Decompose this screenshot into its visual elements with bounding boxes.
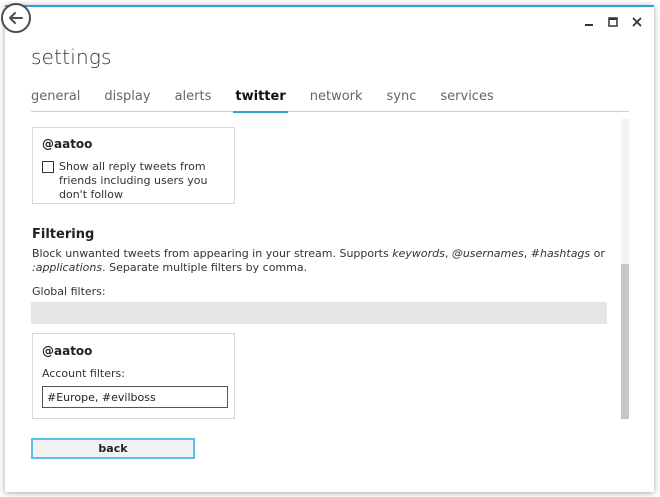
back-button[interactable]: back	[31, 438, 195, 459]
show-all-replies-label[interactable]: Show all reply tweets from friends inclu…	[59, 160, 225, 202]
close-icon	[632, 17, 642, 27]
maximize-button[interactable]	[606, 15, 620, 29]
global-filters-input[interactable]	[31, 302, 607, 324]
show-all-replies-checkbox[interactable]	[42, 161, 54, 173]
scrollbar-thumb[interactable]	[621, 264, 629, 419]
filtering-description: Block unwanted tweets from appearing in …	[32, 247, 605, 274]
tab-display[interactable]: display	[104, 89, 150, 111]
minimize-icon	[585, 24, 593, 26]
show-all-replies-option: Show all reply tweets from friends inclu…	[42, 160, 225, 202]
account-name: @aatoo	[42, 137, 93, 151]
account-filters-label: Account filters:	[42, 367, 125, 380]
arrow-left-icon	[9, 12, 23, 24]
tab-services[interactable]: services	[440, 89, 493, 111]
page-title: settings	[31, 45, 112, 69]
account-name: @aatoo	[42, 344, 93, 358]
window-controls	[582, 15, 644, 29]
tab-alerts[interactable]: alerts	[175, 89, 212, 111]
tab-general[interactable]: general	[31, 89, 80, 111]
account-filters-input[interactable]	[42, 386, 228, 408]
tab-sync[interactable]: sync	[387, 89, 417, 111]
account-filters-card: @aatoo Account filters:	[32, 333, 235, 419]
tab-twitter[interactable]: twitter	[233, 89, 289, 113]
maximize-icon	[608, 17, 618, 27]
minimize-button[interactable]	[582, 15, 596, 29]
tab-bar: general display alerts twitter network s…	[31, 89, 629, 113]
tab-network[interactable]: network	[310, 89, 363, 111]
back-arrow-button[interactable]	[1, 3, 31, 33]
settings-window: settings general display alerts twitter …	[1, 3, 654, 492]
global-filters-label: Global filters:	[32, 285, 106, 298]
close-button[interactable]	[630, 15, 644, 29]
settings-scroll-area[interactable]: @aatoo Show all reply tweets from friend…	[31, 119, 626, 419]
filtering-heading: Filtering	[32, 227, 95, 242]
replies-account-card: @aatoo Show all reply tweets from friend…	[32, 127, 235, 204]
